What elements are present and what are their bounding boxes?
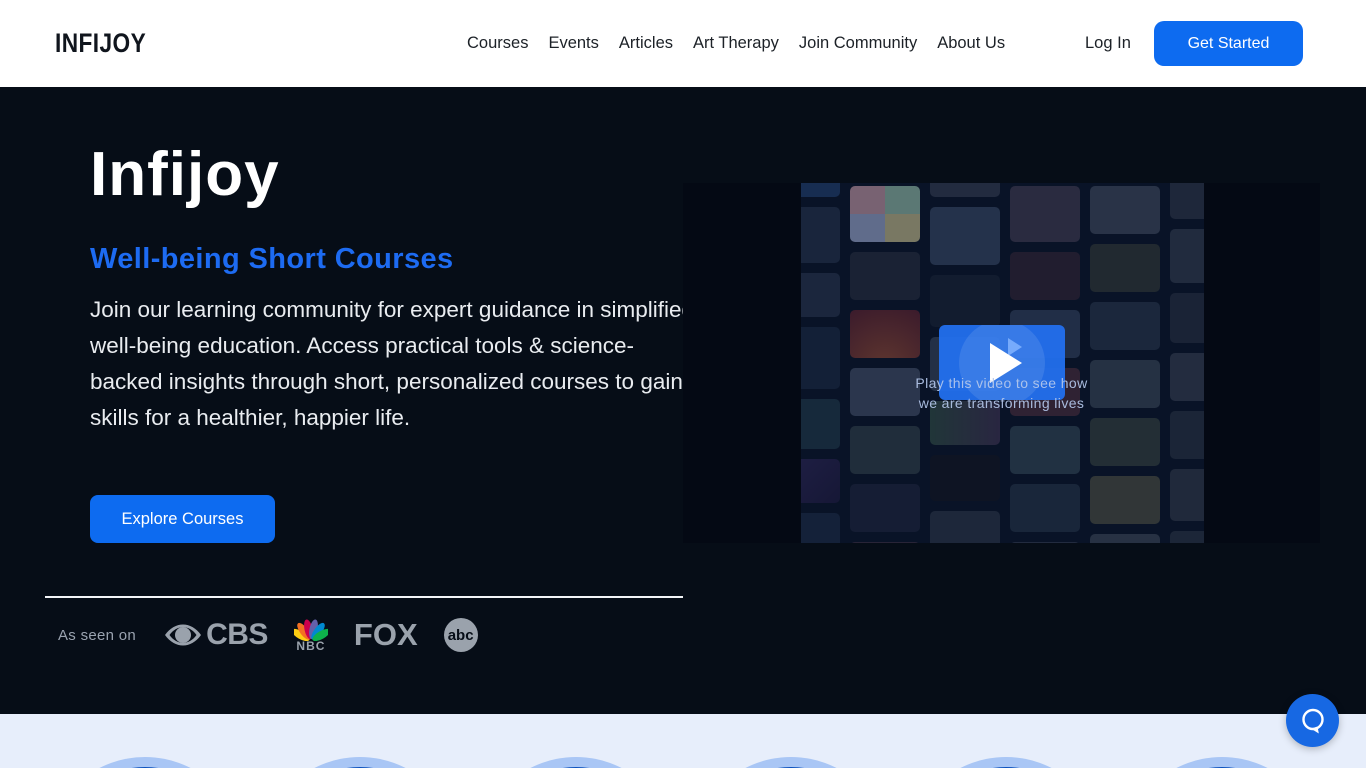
feature-circle (476, 757, 676, 768)
nav-link-art-therapy[interactable]: Art Therapy (693, 34, 779, 53)
nav-link-courses[interactable]: Courses (467, 34, 528, 53)
press-divider (45, 596, 683, 598)
nbc-peacock-icon (294, 617, 328, 641)
feature-circle (906, 757, 1106, 768)
cbs-logo-text: CBS (206, 618, 268, 652)
features-preview-section (0, 714, 1366, 768)
hero-title: Infijoy (90, 139, 280, 210)
feature-circle (691, 757, 891, 768)
help-beacon-button[interactable] (1286, 694, 1339, 747)
nav-link-about-us[interactable]: About Us (937, 34, 1005, 53)
abc-logo: abc (444, 618, 478, 652)
hero-description: Join our learning community for expert g… (90, 292, 695, 436)
get-started-button[interactable]: Get Started (1154, 21, 1303, 66)
press-bar: As seen on CBS NBC FOX abc (58, 610, 478, 660)
video-caption-line1: Play this video to see how (683, 373, 1320, 393)
video-caption: Play this video to see how we are transf… (683, 373, 1320, 413)
nbc-logo-text: NBC (296, 639, 325, 653)
cbs-eye-icon (164, 616, 203, 654)
login-link[interactable]: Log In (1085, 0, 1131, 87)
hero-subtitle: Well-being Short Courses (90, 243, 454, 276)
video-caption-line2: we are transforming lives (683, 393, 1320, 413)
feature-circle (1122, 757, 1322, 768)
top-navigation: INFIJOY Courses Events Articles Art Therapy… (0, 0, 1366, 87)
logo[interactable]: INFIJOY (55, 0, 146, 87)
feature-circle (45, 757, 245, 768)
feature-circle (260, 757, 460, 768)
nav-link-articles[interactable]: Articles (619, 34, 673, 53)
as-seen-on-label: As seen on (58, 627, 136, 644)
nbc-logo: NBC (294, 617, 328, 653)
cbs-logo: CBS (164, 616, 268, 654)
intro-video-player[interactable]: Play this video to see how we are transf… (683, 183, 1320, 543)
fox-logo: FOX (354, 617, 418, 653)
nav-links: Courses Events Articles Art Therapy Join Com… (467, 0, 1005, 87)
explore-courses-button[interactable]: Explore Courses (90, 495, 275, 543)
nav-link-join-community[interactable]: Join Community (799, 34, 917, 53)
nav-link-events[interactable]: Events (548, 34, 598, 53)
chat-bubble-icon (1297, 705, 1329, 737)
hero-section: Infijoy Well-being Short Courses Join ou… (0, 87, 1366, 714)
